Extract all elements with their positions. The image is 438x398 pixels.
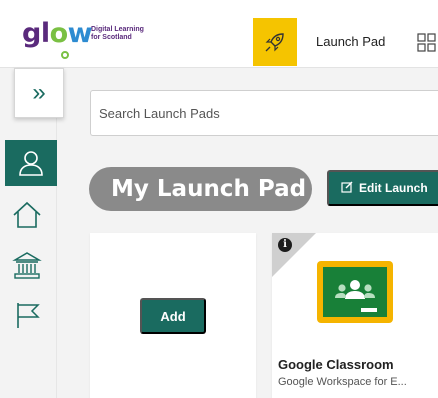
flag-icon[interactable]: [12, 300, 42, 330]
app-card-google-classroom[interactable]: i Google Classroom Google Workspace for …: [272, 233, 438, 398]
apps-grid-icon[interactable]: [417, 33, 437, 53]
google-classroom-icon: [317, 261, 393, 323]
add-button[interactable]: Add: [140, 298, 206, 334]
institution-icon[interactable]: [12, 250, 42, 280]
page-title: My Launch Pad: [89, 167, 312, 211]
info-icon[interactable]: i: [278, 238, 292, 252]
app-name: Google Classroom: [278, 357, 394, 372]
rocket-icon: [265, 33, 284, 52]
add-app-card: Add: [90, 233, 256, 398]
home-icon[interactable]: [12, 200, 42, 230]
glow-logo[interactable]: glow Digital Learning for Scotland: [22, 18, 152, 60]
app-subtitle: Google Workspace for E...: [278, 376, 407, 388]
expand-sidebar-button[interactable]: »: [14, 68, 64, 118]
double-chevron-right-icon: »: [32, 79, 46, 106]
launch-pad-label[interactable]: Launch Pad: [316, 34, 385, 49]
launch-pad-tab[interactable]: [253, 18, 297, 66]
edit-launch-pad-label: Edit Launch: [359, 181, 428, 195]
sidebar-item-profile[interactable]: [5, 140, 57, 186]
search-launch-pads-input[interactable]: [90, 90, 438, 136]
logo-dot-icon: [61, 51, 69, 59]
edit-icon: [341, 181, 353, 196]
logo-wordmark: glow: [22, 18, 93, 49]
logo-tagline: Digital Learning for Scotland: [91, 26, 144, 41]
top-header: glow Digital Learning for Scotland Launc…: [0, 0, 438, 68]
edit-launch-pad-button[interactable]: Edit Launch: [327, 170, 438, 206]
user-icon: [19, 151, 43, 176]
glow-launch-pad-page: glow Digital Learning for Scotland Launc…: [0, 0, 438, 398]
